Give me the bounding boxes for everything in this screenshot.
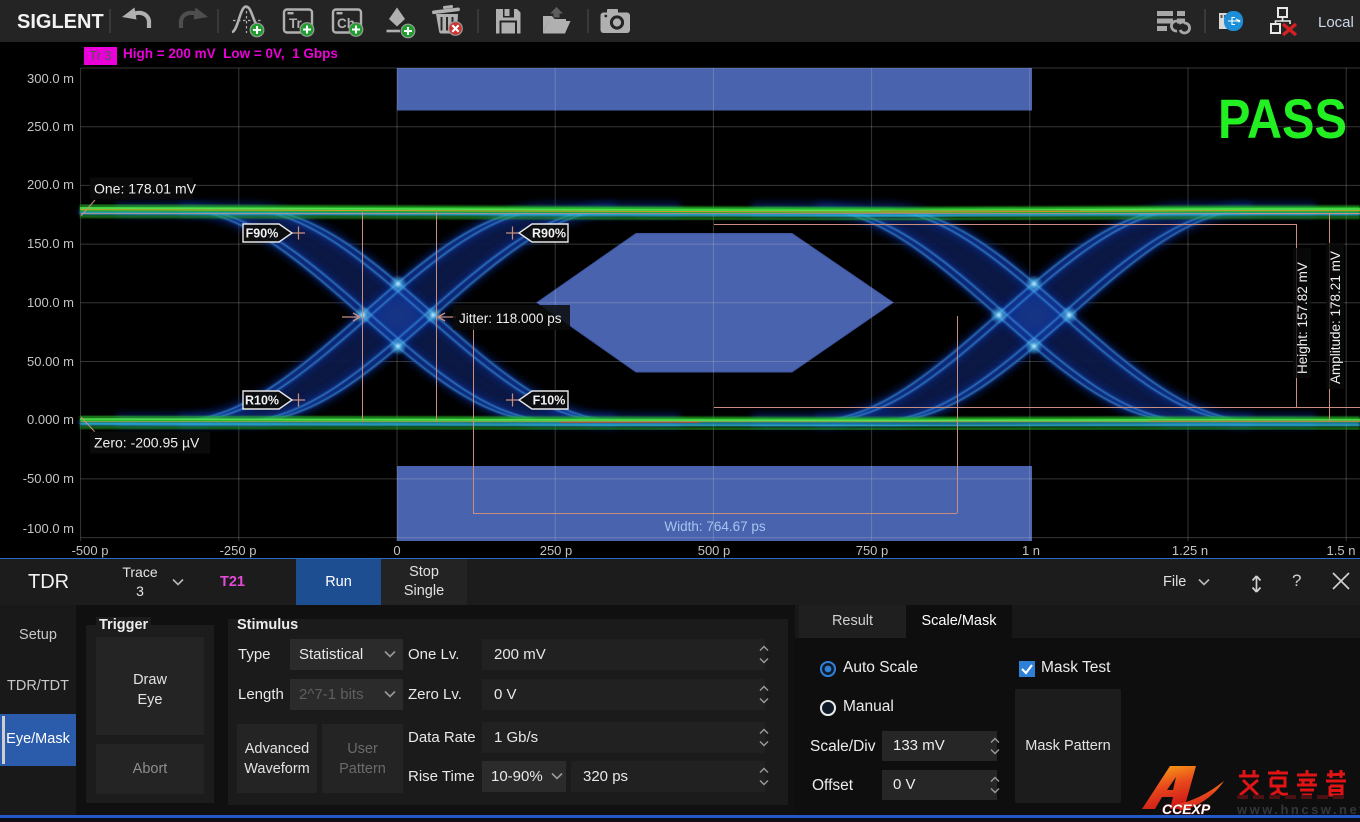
svg-text:500 p: 500 p <box>698 543 731 558</box>
svg-text:250 p: 250 p <box>540 543 573 558</box>
svg-text:R90%: R90% <box>532 227 566 241</box>
svg-text:SIGLENT: SIGLENT <box>17 11 104 33</box>
svg-text:PASS: PASS <box>1218 87 1347 150</box>
svg-text:1 n: 1 n <box>1022 543 1040 558</box>
svg-text:Width: 764.67 ps: Width: 764.67 ps <box>664 519 766 534</box>
svg-text:50.00 m: 50.00 m <box>27 354 74 369</box>
svg-text:750 p: 750 p <box>856 543 889 558</box>
svg-text:150.0 m: 150.0 m <box>27 236 74 251</box>
svg-text:Amplitude: 178.21 mV: Amplitude: 178.21 mV <box>1328 251 1343 384</box>
svg-text:Local: Local <box>1318 14 1354 31</box>
svg-text:200.0 m: 200.0 m <box>27 177 74 192</box>
svg-text:1.25 n: 1.25 n <box>1172 543 1208 558</box>
svg-text:0: 0 <box>393 543 400 558</box>
svg-text:-50.00 m: -50.00 m <box>23 471 74 486</box>
svg-text:1.5 n: 1.5 n <box>1327 543 1356 558</box>
svg-text:300.0 m: 300.0 m <box>27 71 74 86</box>
svg-text:R10%: R10% <box>245 394 279 408</box>
svg-text:F90%: F90% <box>246 227 279 241</box>
svg-text:-500 p: -500 p <box>72 543 109 558</box>
svg-text:0.000 m: 0.000 m <box>27 412 74 427</box>
svg-text:Jitter: 118.000 ps: Jitter: 118.000 ps <box>459 311 562 326</box>
svg-text:-100.0 m: -100.0 m <box>23 521 74 536</box>
svg-text:F10%: F10% <box>533 394 566 408</box>
svg-text:Zero: -200.95 µV: Zero: -200.95 µV <box>94 435 200 451</box>
svg-text:Height: 157.82 mV: Height: 157.82 mV <box>1295 262 1310 374</box>
svg-text:One: 178.01 mV: One: 178.01 mV <box>94 181 197 197</box>
svg-text:100.0 m: 100.0 m <box>27 295 74 310</box>
svg-text:-250 p: -250 p <box>220 543 257 558</box>
svg-text:250.0 m: 250.0 m <box>27 119 74 134</box>
